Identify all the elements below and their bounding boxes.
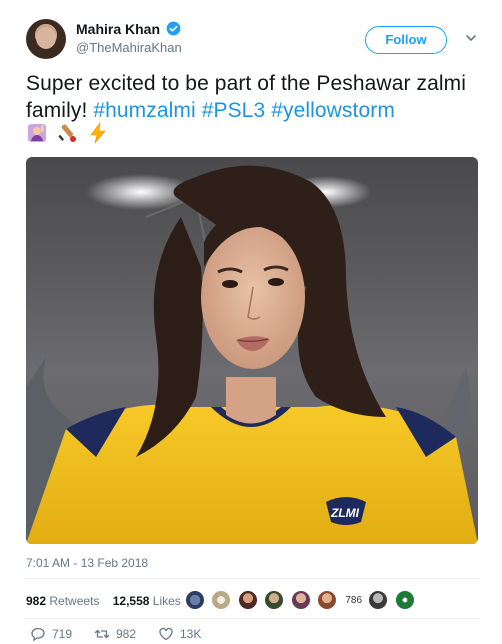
reply-button[interactable]: 719: [30, 626, 72, 642]
cricket-bat-emoji: [58, 124, 77, 142]
chevron-down-icon[interactable]: [464, 31, 478, 45]
like-count: 13K: [180, 627, 202, 641]
jersey-logo: ZLMI: [330, 506, 360, 520]
likes-stat[interactable]: 12,558 Likes: [113, 586, 181, 616]
liker-avatar[interactable]: [368, 590, 389, 610]
user-name-block[interactable]: Mahira Khan @TheMahiraKhan: [76, 20, 182, 57]
liker-avatars: 786: [185, 590, 417, 612]
liker-avatar[interactable]: [317, 590, 338, 610]
retweets-count: 982: [26, 594, 47, 608]
hashtag-link[interactable]: #yellowstorm: [271, 99, 395, 122]
likes-label: Likes: [152, 594, 181, 608]
hashtag-link[interactable]: #PSL3: [202, 99, 266, 122]
liker-avatar[interactable]: [211, 590, 232, 610]
verified-badge-icon: [167, 21, 181, 35]
user-handle[interactable]: @TheMahiraKhan: [76, 39, 182, 57]
divider: [26, 618, 478, 619]
emoji-row: [26, 122, 113, 148]
photo-illustration: ZLMI: [26, 165, 478, 544]
retweet-count: 982: [116, 627, 137, 641]
tweet-text: Super excited to be part of the Peshawar…: [26, 70, 481, 124]
retweets-label: Retweets: [49, 594, 100, 608]
liker-avatar[interactable]: [394, 590, 415, 610]
tweet-actions: 719 982 13K: [26, 626, 478, 644]
reply-count: 719: [52, 627, 73, 641]
heart-icon: [159, 627, 173, 641]
liker-avatar[interactable]: [264, 590, 285, 610]
hashtag-link[interactable]: #humzalmi: [93, 99, 195, 122]
like-button[interactable]: 13K: [158, 626, 201, 642]
liker-avatar[interactable]: [185, 590, 205, 610]
avatar[interactable]: [26, 19, 66, 59]
liker-badge[interactable]: 786: [344, 595, 364, 606]
retweets-stat[interactable]: 982 Retweets: [26, 586, 99, 616]
divider: [26, 578, 478, 579]
liker-avatar[interactable]: [237, 590, 258, 610]
likes-count: 12,558: [112, 594, 150, 608]
woman-raising-hand-emoji: [28, 124, 46, 142]
tweet-timestamp[interactable]: 7:01 AM - 13 Feb 2018: [26, 556, 148, 570]
retweet-icon: [94, 629, 110, 639]
tweet-header: Mahira Khan @TheMahiraKhan Follow: [26, 16, 486, 64]
reply-icon: [31, 627, 45, 642]
liker-avatar[interactable]: [290, 590, 311, 610]
display-name[interactable]: Mahira Khan: [76, 20, 160, 38]
tweet-photo[interactable]: ZLMI: [26, 157, 478, 544]
follow-button[interactable]: Follow: [365, 26, 447, 54]
retweet-button[interactable]: 982: [94, 626, 136, 642]
lightning-emoji: [90, 122, 106, 144]
